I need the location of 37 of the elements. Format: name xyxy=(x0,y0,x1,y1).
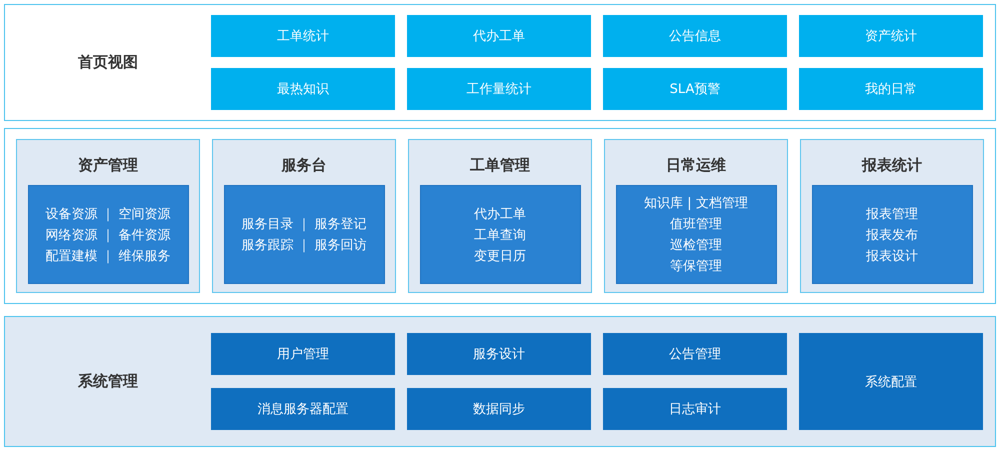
menu-item[interactable]: 变更日历 xyxy=(474,246,526,264)
menu-item[interactable]: 巡检管理 xyxy=(670,236,722,254)
nav-button[interactable]: 日志审计 xyxy=(603,388,787,430)
menu-item[interactable]: 代办工单 xyxy=(474,204,526,222)
menu-item[interactable]: 工单查询 xyxy=(474,226,526,244)
module-title: 日常运维 xyxy=(666,155,726,176)
nav-button[interactable]: 代办工单 xyxy=(407,15,591,57)
module-title: 服务台 xyxy=(282,155,326,176)
nav-button[interactable]: 公告信息 xyxy=(603,15,787,57)
section-title: 系统管理 xyxy=(77,372,139,391)
menu-item[interactable]: 报表发布 xyxy=(866,226,918,244)
menu-item[interactable]: 值班管理 xyxy=(670,215,722,233)
menu-item[interactable]: 等保管理 xyxy=(670,257,722,275)
nav-button[interactable]: SLA预警 xyxy=(603,68,787,110)
module-title: 工单管理 xyxy=(470,155,530,176)
module-title: 资产管理 xyxy=(78,155,138,176)
menu-item[interactable]: 知识库 | 文档管理 xyxy=(644,194,748,212)
section-title: 首页视图 xyxy=(77,53,139,72)
nav-button[interactable]: 工作量统计 xyxy=(407,68,591,110)
nav-button[interactable]: 消息服务器配置 xyxy=(211,388,395,430)
nav-button[interactable]: 工单统计 xyxy=(211,15,395,57)
nav-button[interactable]: 资产统计 xyxy=(799,15,983,57)
nav-button[interactable]: 公告管理 xyxy=(603,333,787,375)
nav-button[interactable]: 系统配置 xyxy=(799,333,983,430)
nav-button[interactable]: 最热知识 xyxy=(211,68,395,110)
nav-button[interactable]: 我的日常 xyxy=(799,68,983,110)
menu-item[interactable]: 报表设计 xyxy=(866,246,918,264)
menu-item[interactable]: 报表管理 xyxy=(866,204,918,222)
nav-button[interactable]: 用户管理 xyxy=(211,333,395,375)
menu-item[interactable]: 配置建模 ｜ 维保服务 xyxy=(45,246,171,264)
menu-item[interactable]: 网络资源 ｜ 备件资源 xyxy=(45,226,171,244)
module-title: 报表统计 xyxy=(862,155,922,176)
nav-button[interactable]: 数据同步 xyxy=(407,388,591,430)
menu-item[interactable]: 服务跟踪 ｜ 服务回访 xyxy=(241,236,367,254)
menu-item[interactable]: 设备资源 ｜ 空间资源 xyxy=(45,204,171,222)
nav-button[interactable]: 服务设计 xyxy=(407,333,591,375)
menu-item[interactable]: 服务目录 ｜ 服务登记 xyxy=(241,215,367,233)
